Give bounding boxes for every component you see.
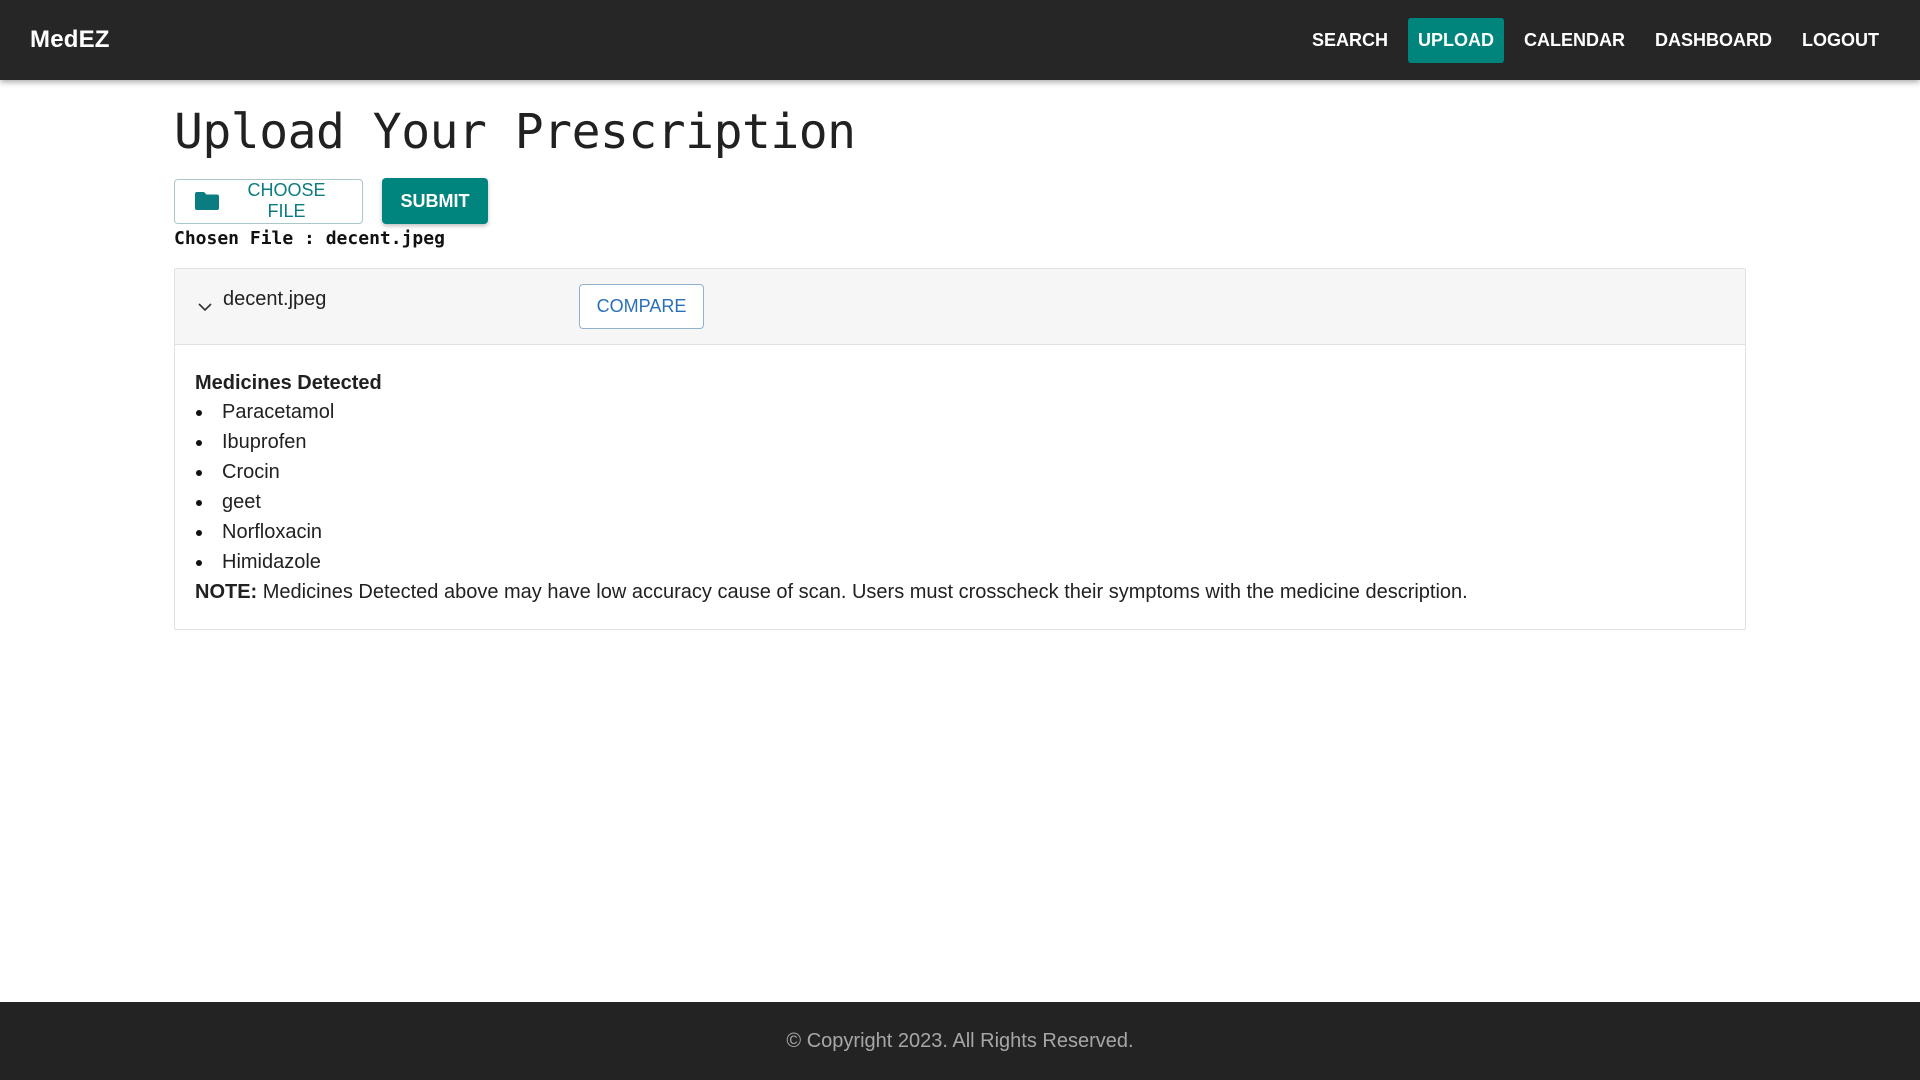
upload-actions: CHOOSE FILE SUBMIT [174,178,1746,224]
panel-body: Medicines Detected Paracetamol Ibuprofen… [175,345,1745,629]
page-footer: © Copyright 2023. All Rights Reserved. [0,1002,1920,1080]
note-label: NOTE: [195,581,258,603]
choose-file-button[interactable]: CHOOSE FILE [174,178,363,224]
brand-logo[interactable]: MedEZ [30,26,110,54]
compare-button[interactable]: COMPARE [579,284,704,329]
top-navbar: MedEZ SEARCH UPLOAD CALENDAR DASHBOARD L… [0,0,1920,80]
medicine-item: Crocin [195,457,1725,487]
panel-header[interactable]: decent.jpeg COMPARE [175,269,1745,345]
medicine-item: Ibuprofen [195,427,1725,457]
nav-calendar[interactable]: CALENDAR [1514,18,1635,63]
folder-icon [194,191,220,211]
medicines-heading: Medicines Detected [195,372,382,394]
medicine-item: Norfloxacin [195,517,1725,547]
accuracy-note: NOTE: Medicines Detected above may have … [195,577,1725,607]
choose-file-label: CHOOSE FILE [247,180,326,221]
page-title: Upload Your Prescription [174,104,856,160]
result-panel: decent.jpeg COMPARE Medicines Detected P… [174,268,1746,630]
note-text: Medicines Detected above may have low ac… [257,581,1468,603]
nav-search[interactable]: SEARCH [1302,18,1398,63]
medicine-item: Paracetamol [195,397,1725,427]
nav-menu: SEARCH UPLOAD CALENDAR DASHBOARD LOGOUT [1302,17,1889,63]
medicine-item: Himidazole [195,547,1725,577]
nav-logout[interactable]: LOGOUT [1792,18,1889,63]
main-content: Upload Your Prescription CHOOSE FILE SUB… [174,80,1746,630]
submit-button[interactable]: SUBMIT [382,178,488,224]
medicine-list: Paracetamol Ibuprofen Crocin geet Norflo… [195,397,1725,577]
medicine-item: geet [195,487,1725,517]
copyright-text: © Copyright 2023. All Rights Reserved. [786,1029,1134,1052]
chevron-down-icon[interactable] [197,299,213,315]
result-file-name: decent.jpeg [223,288,327,310]
nav-dashboard[interactable]: DASHBOARD [1645,18,1782,63]
chosen-file-text: Chosen File : decent.jpeg [174,228,445,249]
nav-upload[interactable]: UPLOAD [1408,17,1504,63]
